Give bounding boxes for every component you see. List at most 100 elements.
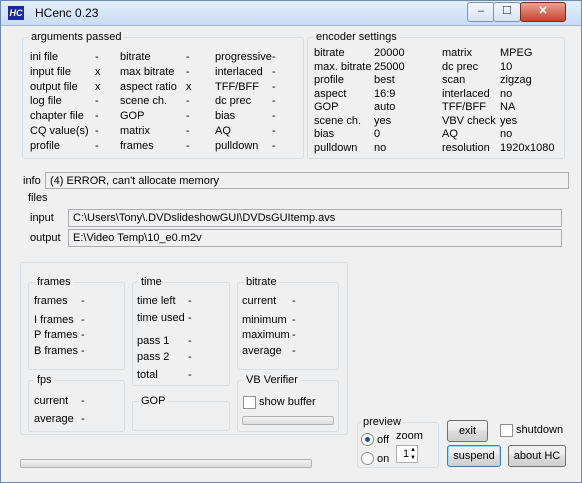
frames-stat-label: frames [34, 295, 68, 307]
argument-label: TFF/BFF [215, 80, 259, 93]
encoder-setting-value: 16:9 [374, 87, 396, 100]
time-stat-value: - [188, 335, 192, 347]
preview-on-radio[interactable] [361, 452, 374, 465]
output-label: output [30, 232, 61, 244]
encoder-setting-value: no [500, 87, 513, 100]
bitrate-stat-value: - [292, 345, 296, 357]
zoom-value: 1 [403, 448, 410, 460]
frames-stat-value: - [81, 314, 85, 326]
time-stat-label: pass 2 [137, 351, 170, 363]
about-hc-button[interactable]: about HC [508, 445, 566, 467]
frames-stat-label: P frames [34, 329, 78, 341]
argument-label: frames [120, 139, 154, 152]
argument-label: pulldown [215, 139, 259, 152]
argument-value: - [95, 125, 99, 137]
gop-group: GOP [132, 395, 230, 431]
argument-value: x [95, 65, 101, 78]
preview-off-radio[interactable] [361, 433, 374, 446]
bitrate-stat-label: maximum [242, 329, 290, 341]
argument-value: - [272, 110, 276, 123]
encoder-setting-label: interlaced [442, 87, 490, 100]
bitrate-title: bitrate [244, 276, 279, 288]
encoder-setting-label: TFF/BFF [442, 101, 486, 113]
preview-on-label: on [377, 453, 390, 465]
argument-label: input file [30, 65, 71, 78]
time-stat-label: time used [137, 312, 185, 324]
title-bar[interactable]: HC HCenc 0.23 – ☐ ✕ [1, 1, 581, 26]
encoder-setting-label: aspect [314, 87, 347, 100]
exit-button[interactable]: exit [447, 420, 488, 442]
frames-stat-value: - [81, 295, 85, 307]
info-box: (4) ERROR, can't allocate memory [45, 172, 569, 189]
argument-label: output file [30, 80, 78, 93]
argument-value: - [272, 51, 276, 63]
time-stat-label: total [137, 369, 158, 381]
show-buffer-checkbox[interactable] [243, 396, 256, 409]
input-label: input [30, 212, 54, 224]
encoder-setting-label: matrix [442, 47, 472, 59]
time-stat-value: - [188, 351, 192, 363]
encoder-setting-value: MPEG [500, 47, 533, 59]
argument-label: max bitrate [120, 65, 175, 78]
encoder-setting-label: VBV check [442, 114, 496, 127]
suspend-button[interactable]: suspend [447, 445, 501, 467]
argument-value: - [95, 110, 99, 123]
fps-title: fps [35, 374, 54, 386]
encoder-setting-value: yes [374, 114, 392, 127]
argument-label: progressive [215, 51, 272, 63]
fps-stat-value: - [81, 413, 85, 425]
argument-value: - [186, 65, 190, 78]
zoom-down-arrow-icon[interactable]: ▼ [410, 454, 416, 462]
argument-label: ini file [30, 51, 59, 63]
argument-label: interlaced [215, 65, 263, 78]
encoder-setting-label: bitrate [314, 47, 345, 59]
argument-label: bias [215, 110, 236, 123]
zoom-label: zoom [396, 430, 423, 442]
argument-label: dc prec [215, 95, 252, 108]
time-stat-label: pass 1 [137, 335, 170, 347]
argument-value: - [186, 110, 190, 123]
argument-value: - [272, 139, 276, 152]
arguments-passed-title: arguments passed [29, 31, 124, 43]
minimize-button[interactable]: – [467, 2, 495, 22]
maximize-button[interactable]: ☐ [493, 2, 521, 22]
zoom-up-arrow-icon[interactable]: ▲ [410, 446, 416, 454]
app-icon: HC [8, 6, 24, 20]
fps-stat-value: - [81, 395, 85, 407]
encoder-setting-value: yes [500, 114, 518, 127]
argument-label: aspect ratio [120, 80, 177, 93]
argument-value: x [186, 80, 192, 93]
encoder-setting-value: no [374, 141, 387, 154]
encoder-setting-value: NA [500, 101, 516, 113]
encoder-setting-label: scan [442, 74, 466, 86]
argument-value: - [272, 80, 276, 93]
encoder-setting-label: pulldown [314, 141, 358, 154]
fps-stat-label: average [34, 413, 74, 425]
window-title: HCenc 0.23 [35, 6, 99, 20]
bitrate-stat-value: - [292, 329, 296, 341]
frames-stat-label: I frames [34, 314, 74, 326]
main-window: HC HCenc 0.23 – ☐ ✕ arguments passed ini… [0, 0, 582, 483]
shutdown-checkbox[interactable] [500, 424, 513, 437]
bitrate-stat-value: - [292, 314, 296, 326]
close-button[interactable]: ✕ [520, 2, 566, 22]
encoder-setting-label: max. bitrate [314, 60, 372, 73]
encoder-setting-value: 25000 [374, 60, 405, 73]
preview-off-label: off [377, 434, 390, 446]
input-file-field[interactable]: C:\Users\Tony\.DVDslideshowGUI\DVDsGUIte… [68, 209, 562, 227]
frames-stat-value: - [81, 329, 85, 341]
argument-label: scene ch. [120, 95, 168, 108]
output-file-field[interactable]: E:\Video Temp\10_e0.m2v [68, 229, 562, 247]
argument-value: - [186, 125, 190, 137]
encoder-settings-title: encoder settings [314, 31, 399, 43]
encoder-setting-label: resolution [442, 141, 490, 154]
argument-value: - [186, 51, 190, 63]
encoder-setting-value: zigzag [500, 74, 532, 86]
time-title: time [139, 276, 164, 288]
time-stat-value: - [188, 369, 192, 381]
argument-label: GOP [120, 110, 145, 123]
argument-label: log file [30, 95, 62, 108]
argument-label: profile [30, 139, 60, 152]
encoder-setting-label: scene ch. [314, 114, 362, 127]
encoder-setting-label: profile [314, 74, 344, 86]
